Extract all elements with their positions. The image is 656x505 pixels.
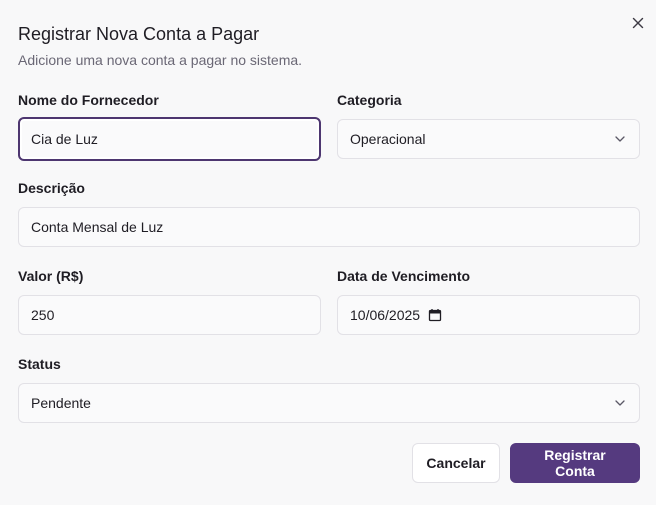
- status-field-group: Status Pendente: [18, 355, 640, 423]
- dialog-title: Registrar Nova Conta a Pagar: [18, 24, 260, 44]
- description-field-group: Descrição Conta Mensal de Luz: [18, 179, 640, 247]
- due-date-value: 10/06/2025: [350, 307, 421, 323]
- due-date-label: Data de Vencimento: [337, 268, 471, 284]
- description-input[interactable]: Conta Mensal de Luz: [18, 207, 640, 247]
- dialog-subtitle: Adicione uma nova conta a pagar no siste…: [18, 52, 303, 68]
- amount-input[interactable]: 250: [18, 295, 321, 335]
- description-value: Conta Mensal de Luz: [31, 219, 164, 235]
- supplier-input[interactable]: Cia de Luz: [18, 117, 321, 161]
- category-select[interactable]: Operacional: [337, 119, 640, 159]
- amount-field-group: Valor (R$) 250: [18, 267, 321, 335]
- cancel-button[interactable]: Cancelar: [412, 443, 500, 483]
- row-supplier-category: Nome do Fornecedor Cia de Luz Categoria …: [18, 91, 640, 161]
- due-date-field-group: Data de Vencimento 10/06/2025: [337, 267, 640, 335]
- submit-button[interactable]: Registrar Conta: [510, 443, 640, 483]
- chevron-down-icon: [615, 136, 625, 142]
- supplier-value: Cia de Luz: [31, 131, 98, 147]
- calendar-icon[interactable]: [428, 308, 442, 322]
- supplier-field-group: Nome do Fornecedor Cia de Luz: [18, 91, 321, 161]
- due-date-input[interactable]: 10/06/2025: [337, 295, 640, 335]
- supplier-label: Nome do Fornecedor: [18, 92, 159, 108]
- description-label: Descrição: [18, 180, 85, 196]
- category-label: Categoria: [337, 92, 402, 108]
- status-select[interactable]: Pendente: [18, 383, 640, 423]
- status-value: Pendente: [31, 395, 91, 411]
- close-icon[interactable]: [630, 15, 646, 31]
- row-amount-date: Valor (R$) 250 Data de Vencimento 10/06/…: [18, 267, 640, 335]
- row-status: Status Pendente: [18, 355, 640, 423]
- status-label: Status: [18, 356, 61, 372]
- category-field-group: Categoria Operacional: [337, 91, 640, 161]
- dialog-footer: Cancelar Registrar Conta: [412, 443, 640, 483]
- category-value: Operacional: [350, 131, 426, 147]
- amount-value: 250: [31, 307, 55, 323]
- chevron-down-icon: [615, 400, 625, 406]
- amount-label: Valor (R$): [18, 268, 84, 284]
- register-payable-dialog: Registrar Nova Conta a Pagar Adicione um…: [0, 0, 656, 505]
- row-description: Descrição Conta Mensal de Luz: [18, 179, 640, 247]
